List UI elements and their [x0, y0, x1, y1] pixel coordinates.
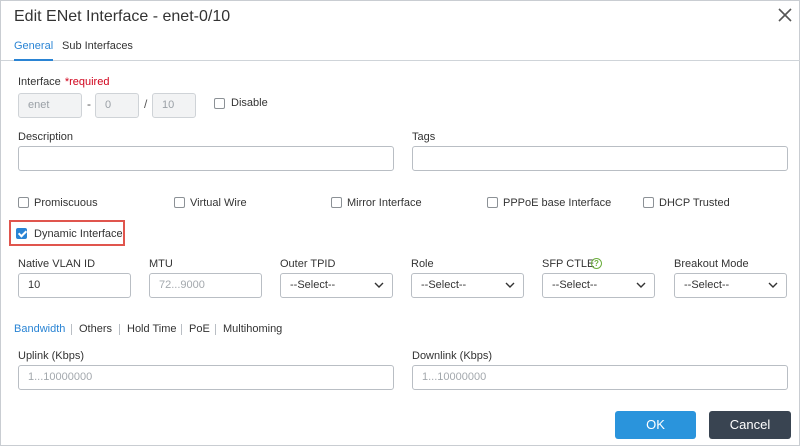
interface-label-text: Interface	[18, 76, 61, 88]
dhcp-trusted-checkbox[interactable]	[643, 197, 654, 208]
native-vlan-label: Native VLAN ID	[18, 258, 96, 270]
pppoe-base-interface-checkbox[interactable]	[487, 197, 498, 208]
mtu-label: MTU	[149, 258, 173, 270]
promiscuous-label: Promiscuous	[34, 197, 98, 209]
subtab-bandwidth[interactable]: Bandwidth	[14, 323, 65, 335]
disable-checkbox[interactable]	[214, 98, 225, 109]
close-icon[interactable]	[776, 6, 794, 24]
subtab-hold-time[interactable]: Hold Time	[127, 323, 177, 335]
virtual-wire-label: Virtual Wire	[190, 197, 247, 209]
dialog-title: Edit ENet Interface - enet-0/10	[14, 8, 231, 25]
downlink-input[interactable]: 1...10000000	[412, 365, 788, 390]
interface-port-field: 10	[152, 93, 196, 118]
disable-label: Disable	[231, 97, 268, 109]
breakout-mode-value: --Select--	[684, 279, 730, 291]
role-value: --Select--	[421, 279, 467, 291]
description-input[interactable]	[18, 146, 394, 171]
role-label: Role	[411, 258, 434, 270]
chevron-down-icon	[768, 282, 778, 288]
subtab-others[interactable]: Others	[79, 323, 112, 335]
tags-label: Tags	[412, 131, 436, 143]
subtab-divider	[181, 324, 182, 335]
subtab-poe[interactable]: PoE	[189, 323, 210, 335]
sfp-ctle-label: SFP CTLE	[542, 258, 595, 270]
promiscuous-checkbox[interactable]	[18, 197, 29, 208]
tab-bar: General Sub Interfaces	[1, 39, 800, 61]
description-label: Description	[18, 131, 74, 143]
interface-slot-field: 0	[95, 93, 139, 118]
uplink-label: Uplink (Kbps)	[18, 350, 85, 362]
downlink-label: Downlink (Kbps)	[412, 350, 493, 362]
interface-type-field: enet	[18, 93, 82, 118]
mtu-input[interactable]: 72...9000	[149, 273, 262, 298]
outer-tpid-select[interactable]: --Select--	[280, 273, 393, 298]
tab-general[interactable]: General	[14, 40, 54, 61]
breakout-mode-select[interactable]: --Select--	[674, 273, 787, 298]
outer-tpid-label: Outer TPID	[280, 258, 336, 270]
required-marker: *required	[64, 76, 110, 88]
role-select[interactable]: --Select--	[411, 273, 524, 298]
interface-separator-slash: /	[144, 97, 148, 111]
subtab-divider	[71, 324, 72, 335]
outer-tpid-value: --Select--	[290, 279, 336, 291]
interface-label: Interface *required	[18, 76, 109, 88]
dynamic-interface-label: Dynamic Interface	[34, 228, 123, 240]
subtab-divider	[215, 324, 216, 335]
sfp-ctle-select[interactable]: --Select--	[542, 273, 655, 298]
tab-sub-interfaces[interactable]: Sub Interfaces	[62, 40, 133, 61]
dynamic-interface-checkbox[interactable]	[16, 228, 27, 239]
tags-input[interactable]	[412, 146, 788, 171]
edit-enet-dialog: Edit ENet Interface - enet-0/10 General …	[0, 0, 800, 446]
uplink-input[interactable]: 1...10000000	[18, 365, 394, 390]
pppoe-base-interface-label: PPPoE base Interface	[503, 197, 612, 209]
cancel-button[interactable]: Cancel	[709, 411, 791, 439]
subtab-multihoming[interactable]: Multihoming	[223, 323, 282, 335]
native-vlan-input[interactable]: 10	[18, 273, 131, 298]
chevron-down-icon	[374, 282, 384, 288]
mirror-interface-checkbox[interactable]	[331, 197, 342, 208]
help-icon[interactable]: ?	[591, 258, 602, 269]
chevron-down-icon	[505, 282, 515, 288]
sfp-ctle-value: --Select--	[552, 279, 598, 291]
ok-button[interactable]: OK	[615, 411, 696, 439]
mirror-interface-label: Mirror Interface	[347, 197, 422, 209]
virtual-wire-checkbox[interactable]	[174, 197, 185, 208]
interface-separator-dash: -	[87, 97, 91, 111]
breakout-mode-label: Breakout Mode	[674, 258, 749, 270]
dhcp-trusted-label: DHCP Trusted	[659, 197, 730, 209]
subtab-divider	[119, 324, 120, 335]
chevron-down-icon	[636, 282, 646, 288]
